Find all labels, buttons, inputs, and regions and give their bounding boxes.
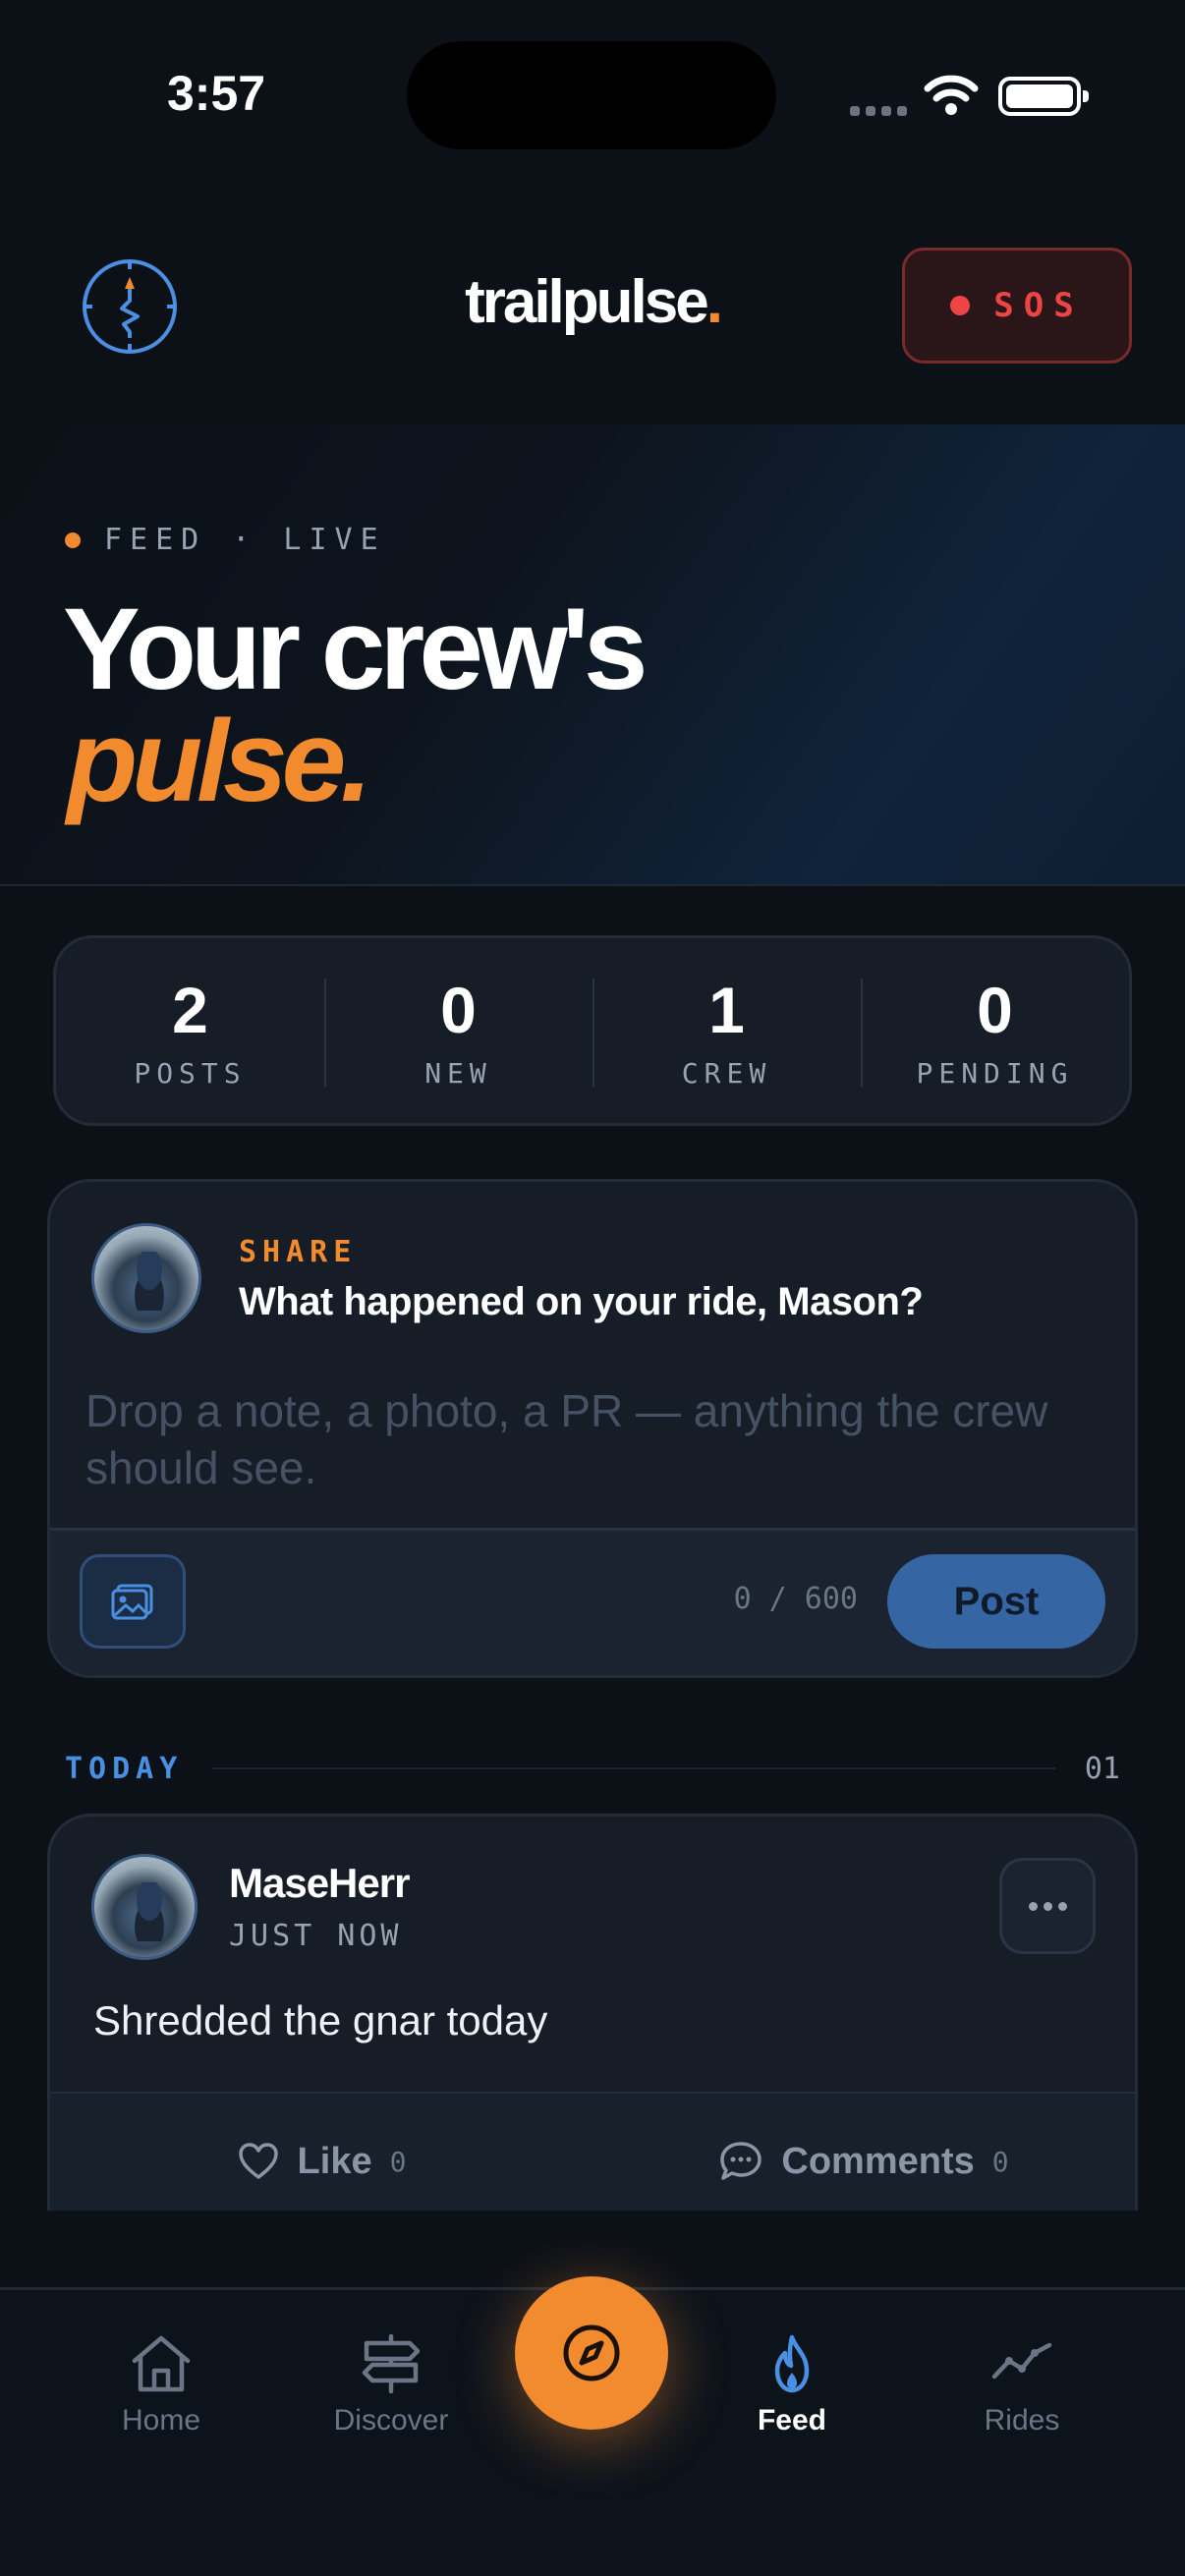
post-composer: SHARE What happened on your ride, Mason?… xyxy=(47,1179,1138,1678)
add-photo-button[interactable] xyxy=(80,1554,186,1649)
stat-new: 0 NEW xyxy=(324,973,592,1090)
more-icon xyxy=(1028,1901,1038,1911)
heart-icon xyxy=(238,2143,278,2179)
stat-label: PENDING xyxy=(916,1056,1074,1090)
home-icon xyxy=(132,2335,191,2392)
comments-button[interactable]: Comments 0 xyxy=(592,2094,1135,2211)
more-options-button[interactable] xyxy=(999,1858,1096,1954)
sos-indicator-dot xyxy=(950,296,971,315)
flame-icon xyxy=(774,2334,810,2393)
stat-label: NEW xyxy=(424,1056,492,1090)
feed-post-card: MaseHerr JUST NOW Shredded the gnar toda… xyxy=(47,1814,1138,2211)
stat-pending: 0 PENDING xyxy=(861,973,1129,1090)
tab-discover[interactable]: Discover xyxy=(303,2333,480,2437)
post-timestamp: JUST NOW xyxy=(229,1919,403,1953)
sos-label: SOS xyxy=(993,286,1084,325)
dynamic-island xyxy=(407,41,776,149)
composer-label: SHARE xyxy=(239,1235,358,1269)
brand-name: trailpulse xyxy=(465,268,709,336)
hero-title: Your crew's xyxy=(63,585,648,714)
like-button[interactable]: Like 0 xyxy=(50,2094,592,2211)
composer-question: What happened on your ride, Mason? xyxy=(239,1280,924,1323)
image-icon xyxy=(111,1584,153,1620)
section-count: 01 xyxy=(1084,1751,1120,1786)
hero-subtitle: pulse. xyxy=(67,697,372,826)
post-button[interactable]: Post xyxy=(887,1554,1105,1649)
like-count: 0 xyxy=(389,2145,407,2178)
tab-label: Home xyxy=(121,2404,201,2436)
live-dot xyxy=(65,532,81,548)
post-body: Shredded the gnar today xyxy=(93,1997,548,2044)
like-label: Like xyxy=(297,2140,372,2182)
author-avatar[interactable] xyxy=(91,1854,198,1960)
tab-label: Discover xyxy=(333,2404,449,2436)
signpost-icon xyxy=(362,2333,421,2394)
trend-line-icon xyxy=(991,2342,1052,2380)
comment-bubble-icon xyxy=(720,2142,762,2180)
stat-label: CREW xyxy=(681,1056,772,1090)
section-divider xyxy=(212,1767,1055,1769)
section-title: TODAY xyxy=(65,1751,184,1786)
character-count: 0 / 600 xyxy=(733,1582,858,1616)
center-action-button[interactable] xyxy=(515,2276,668,2430)
tab-feed[interactable]: Feed xyxy=(704,2333,880,2437)
tab-home[interactable]: Home xyxy=(73,2333,250,2437)
hero-tag: FEED · LIVE xyxy=(65,523,386,557)
hero-tag-text: FEED · LIVE xyxy=(104,523,386,557)
status-bar: 3:57 xyxy=(0,0,1185,196)
stat-value: 0 xyxy=(977,973,1013,1046)
composer-footer: 0 / 600 Post xyxy=(50,1528,1135,1675)
comments-count: 0 xyxy=(991,2145,1009,2178)
post-author[interactable]: MaseHerr xyxy=(229,1860,410,1907)
cellular-signal-icon xyxy=(850,106,907,116)
user-avatar xyxy=(91,1223,201,1333)
hero-section: FEED · LIVE Your crew's pulse. xyxy=(0,424,1185,886)
post-text-input[interactable] xyxy=(85,1382,1098,1500)
stats-panel: 2 POSTS 0 NEW 1 CREW 0 PENDING xyxy=(53,935,1132,1126)
section-header: TODAY 01 xyxy=(65,1749,1120,1788)
tab-rides[interactable]: Rides xyxy=(933,2333,1110,2437)
brand-dot: . xyxy=(705,268,723,336)
compass-icon xyxy=(563,2324,620,2381)
sos-button[interactable]: SOS xyxy=(902,248,1132,364)
stat-value: 0 xyxy=(440,973,477,1046)
wifi-icon xyxy=(924,75,979,115)
post-actions: Like 0 Comments 0 xyxy=(50,2092,1135,2211)
status-time: 3:57 xyxy=(167,66,266,121)
bottom-tab-bar: Home Discover Feed Rides xyxy=(0,2276,1185,2576)
stat-posts: 2 POSTS xyxy=(56,973,324,1090)
stat-crew: 1 CREW xyxy=(592,973,861,1090)
stat-value: 1 xyxy=(708,973,745,1046)
stat-value: 2 xyxy=(172,973,208,1046)
comments-label: Comments xyxy=(781,2140,975,2182)
app-header: trailpulse. SOS xyxy=(0,236,1185,373)
tab-label: Feed xyxy=(757,2404,827,2436)
tab-label: Rides xyxy=(984,2404,1060,2436)
stat-label: POSTS xyxy=(134,1056,247,1090)
battery-icon xyxy=(998,77,1089,116)
